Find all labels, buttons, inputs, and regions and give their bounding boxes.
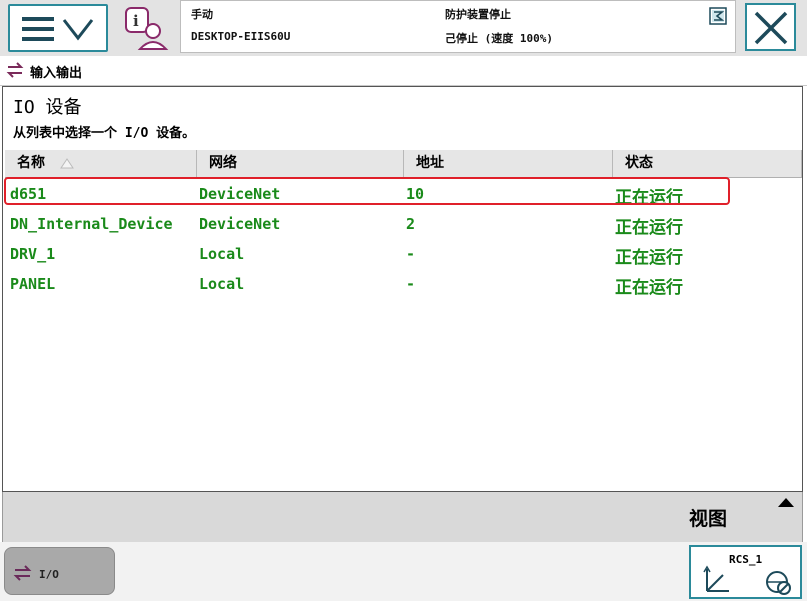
- triangle-up-icon: [778, 498, 794, 507]
- column-header-status[interactable]: 状态: [613, 150, 802, 177]
- controller-name: DESKTOP-EIIS60U: [191, 30, 291, 43]
- cell-address: -: [406, 245, 416, 263]
- window-title: 输入输出: [30, 66, 83, 81]
- event-log-button[interactable]: i: [120, 5, 172, 51]
- jog-icon: [766, 571, 791, 595]
- status-panel[interactable]: 手动 DESKTOP-EIIS60U 防护装置停止 己停止 (速度 100%): [180, 0, 736, 53]
- svg-text:i: i: [133, 12, 139, 30]
- view-button[interactable]: 视图: [689, 504, 727, 531]
- device-list: d651 DeviceNet 10 正在运行 DN_Internal_Devic…: [4, 177, 802, 299]
- table-row[interactable]: PANEL Local - 正在运行: [5, 269, 802, 299]
- table-row[interactable]: d651 DeviceNet 10 正在运行: [4, 177, 802, 209]
- taskbar-io-button[interactable]: I/O: [4, 547, 115, 595]
- top-bar: i 手动 DESKTOP-EIIS60U 防护装置停止 己停止 (速度 100%…: [0, 0, 807, 56]
- safety-status: 防护装置停止: [445, 8, 511, 21]
- close-button[interactable]: [745, 3, 796, 51]
- cell-status: 正在运行: [615, 278, 683, 298]
- cell-status: 正在运行: [615, 188, 683, 208]
- quickset-button[interactable]: RCS_1: [689, 545, 802, 599]
- cell-network: Local: [199, 245, 245, 263]
- page-title: IO 设备: [13, 97, 82, 118]
- table-row[interactable]: DN_Internal_Device DeviceNet 2 正在运行: [5, 209, 802, 239]
- menu-icon: [22, 17, 94, 41]
- column-header-name[interactable]: 名称: [5, 150, 197, 177]
- taskbar: I/O RCS_1: [0, 542, 807, 601]
- main-menu-button[interactable]: [8, 4, 108, 52]
- cell-name: PANEL: [10, 275, 56, 293]
- axes-icon: [703, 565, 729, 592]
- page-subtitle: 从列表中选择一个 I/O 设备。: [13, 126, 196, 141]
- close-icon: [754, 11, 788, 45]
- io-device-panel: IO 设备 从列表中选择一个 I/O 设备。 名称 网络 地址 状态 d651 …: [2, 86, 803, 492]
- column-header-address[interactable]: 地址: [404, 150, 613, 177]
- run-status: 己停止 (速度 100%): [445, 32, 553, 45]
- cell-address: -: [406, 275, 416, 293]
- cell-address: 10: [406, 185, 425, 203]
- rcs-label: RCS_1: [729, 553, 763, 566]
- cell-network: Local: [199, 275, 245, 293]
- window-tab: 输入输出: [0, 56, 807, 86]
- cell-status: 正在运行: [615, 248, 683, 268]
- table-header: 名称 网络 地址 状态: [5, 150, 802, 178]
- cell-name: d651: [10, 185, 47, 203]
- info-user-icon: i: [125, 7, 169, 50]
- taskbar-io-label: I/O: [39, 568, 59, 581]
- sort-asc-icon: [60, 158, 75, 169]
- cell-name: DRV_1: [10, 245, 56, 263]
- column-header-network[interactable]: 网络: [197, 150, 404, 177]
- cell-address: 2: [406, 215, 416, 233]
- command-bar: 视图: [2, 492, 803, 542]
- table-row[interactable]: DRV_1 Local - 正在运行: [5, 239, 802, 269]
- operating-mode: 手动: [191, 8, 213, 21]
- cell-network: DeviceNet: [199, 215, 281, 233]
- io-arrows-icon: [13, 565, 32, 581]
- status-indicator-icon: [709, 7, 727, 25]
- io-arrows-icon: [6, 62, 24, 78]
- cell-status: 正在运行: [615, 218, 683, 238]
- cell-name: DN_Internal_Device: [10, 215, 173, 233]
- cell-network: DeviceNet: [199, 185, 281, 203]
